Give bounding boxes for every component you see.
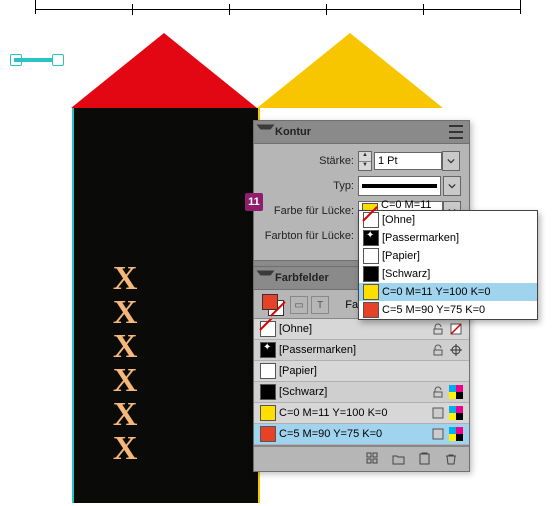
new-folder-icon[interactable] bbox=[391, 451, 407, 467]
ruler bbox=[35, 9, 520, 10]
process-color-icon bbox=[431, 427, 445, 441]
gaptint-label: Farbton für Lücke: bbox=[262, 230, 358, 242]
swatch-row-icons bbox=[431, 385, 463, 399]
red-triangle[interactable] bbox=[71, 33, 257, 108]
black-rectangle[interactable] bbox=[72, 108, 260, 503]
swatch-row-icons bbox=[431, 406, 463, 420]
swatch-icon bbox=[363, 212, 379, 228]
swatch-name: [Papier] bbox=[279, 365, 463, 377]
dropdown-option[interactable]: [Passermarken] bbox=[359, 229, 537, 247]
swatch-icon bbox=[363, 248, 379, 264]
process-color-icon bbox=[431, 406, 445, 420]
container-format-icon[interactable]: ▭ bbox=[290, 296, 308, 314]
swatch-icon bbox=[363, 302, 379, 318]
type-dropdown-arrow[interactable] bbox=[443, 176, 461, 196]
delete-swatch-icon[interactable] bbox=[443, 451, 459, 467]
swatch-icon bbox=[260, 321, 276, 337]
kontur-titlebar[interactable]: Kontur bbox=[254, 121, 469, 144]
lock-icon bbox=[431, 385, 445, 399]
swatch-icon bbox=[363, 284, 379, 300]
dropdown-option[interactable]: C=5 M=90 Y=75 K=0 bbox=[359, 301, 537, 319]
collapse-icon[interactable] bbox=[257, 271, 275, 286]
dropdown-option-label: [Papier] bbox=[382, 250, 420, 262]
swatch-row[interactable]: C=5 M=90 Y=75 K=0 bbox=[254, 424, 469, 445]
show-swatch-grid-icon[interactable] bbox=[365, 451, 381, 467]
collapse-icon[interactable] bbox=[257, 125, 275, 140]
dropdown-option-label: C=0 M=11 Y=100 K=0 bbox=[382, 286, 490, 298]
swatch-name: C=0 M=11 Y=100 K=0 bbox=[279, 407, 431, 419]
swatch-icon bbox=[260, 384, 276, 400]
swatch-icon bbox=[260, 342, 276, 358]
dropdown-option-label: [Schwarz] bbox=[382, 268, 430, 280]
cmyk-icon bbox=[449, 406, 463, 420]
dropdown-option[interactable]: C=0 M=11 Y=100 K=0 bbox=[359, 283, 537, 301]
stroke-type-dropdown[interactable] bbox=[358, 176, 441, 196]
text-format-icon[interactable]: T bbox=[311, 296, 329, 314]
panel-menu-button[interactable] bbox=[447, 123, 465, 141]
swatch-name: C=5 M=90 Y=75 K=0 bbox=[279, 428, 431, 440]
cmyk-icon bbox=[449, 385, 463, 399]
swatch-name: [Ohne] bbox=[279, 323, 431, 335]
new-swatch-icon[interactable] bbox=[417, 451, 433, 467]
registration-icon bbox=[449, 343, 463, 357]
swatch-row[interactable]: [Passermarken] bbox=[254, 340, 469, 361]
none-icon bbox=[449, 322, 463, 336]
swatch-name: [Passermarken] bbox=[279, 344, 431, 356]
weight-dropdown-arrow[interactable] bbox=[442, 151, 460, 171]
selection-bar[interactable] bbox=[14, 58, 54, 62]
type-label: Typ: bbox=[262, 180, 358, 192]
dropdown-option-label: [Ohne] bbox=[382, 214, 415, 226]
gapcolor-label: Farbe für Lücke: bbox=[262, 205, 358, 217]
dropdown-option[interactable]: [Ohne] bbox=[359, 211, 537, 229]
fill-stroke-proxy[interactable] bbox=[262, 294, 284, 316]
swatch-icon bbox=[260, 405, 276, 421]
weight-stepper[interactable]: ▲▼ bbox=[358, 151, 372, 171]
swatch-row-icons bbox=[431, 427, 463, 441]
dropdown-option[interactable]: [Schwarz] bbox=[359, 265, 537, 283]
swatch-icon bbox=[363, 230, 379, 246]
swatch-list[interactable]: [Ohne] [Passermarken] [Papier] [Schwarz] C=0… bbox=[254, 318, 469, 446]
swatch-name: [Schwarz] bbox=[279, 386, 431, 398]
swatch-icon bbox=[260, 363, 276, 379]
swatch-row[interactable]: [Papier] bbox=[254, 361, 469, 382]
gapcolor-dropdown-popup[interactable]: [Ohne] [Passermarken] [Papier] [Schwarz] C=0… bbox=[358, 210, 538, 320]
dropdown-option-label: C=5 M=90 Y=75 K=0 bbox=[382, 304, 485, 316]
swatch-row[interactable]: C=0 M=11 Y=100 K=0 bbox=[254, 403, 469, 424]
weight-label: Stärke: bbox=[262, 155, 358, 167]
selection-handle-right[interactable] bbox=[52, 54, 64, 66]
kontur-title: Kontur bbox=[275, 126, 311, 138]
dropdown-option[interactable]: [Papier] bbox=[359, 247, 537, 265]
dropdown-option-label: [Passermarken] bbox=[382, 232, 459, 244]
swatch-row-icons bbox=[431, 322, 463, 336]
yellow-triangle[interactable] bbox=[257, 33, 443, 108]
farbfelder-title: Farbfelder bbox=[275, 272, 329, 284]
stroke-type-preview bbox=[362, 184, 437, 188]
swatch-icon bbox=[260, 426, 276, 442]
weight-field[interactable]: 1 Pt bbox=[374, 152, 442, 170]
step-callout-11: 11 bbox=[245, 193, 263, 211]
swatch-icon bbox=[363, 266, 379, 282]
swatch-row-icons bbox=[431, 343, 463, 357]
swatch-row[interactable]: [Schwarz] bbox=[254, 382, 469, 403]
cmyk-icon bbox=[449, 427, 463, 441]
farbfelder-footer bbox=[254, 446, 469, 471]
lock-icon bbox=[431, 322, 445, 336]
lock-icon bbox=[431, 343, 445, 357]
pattern-x-text[interactable]: XXXXXX bbox=[115, 260, 134, 464]
swatch-row[interactable]: [Ohne] bbox=[254, 319, 469, 340]
